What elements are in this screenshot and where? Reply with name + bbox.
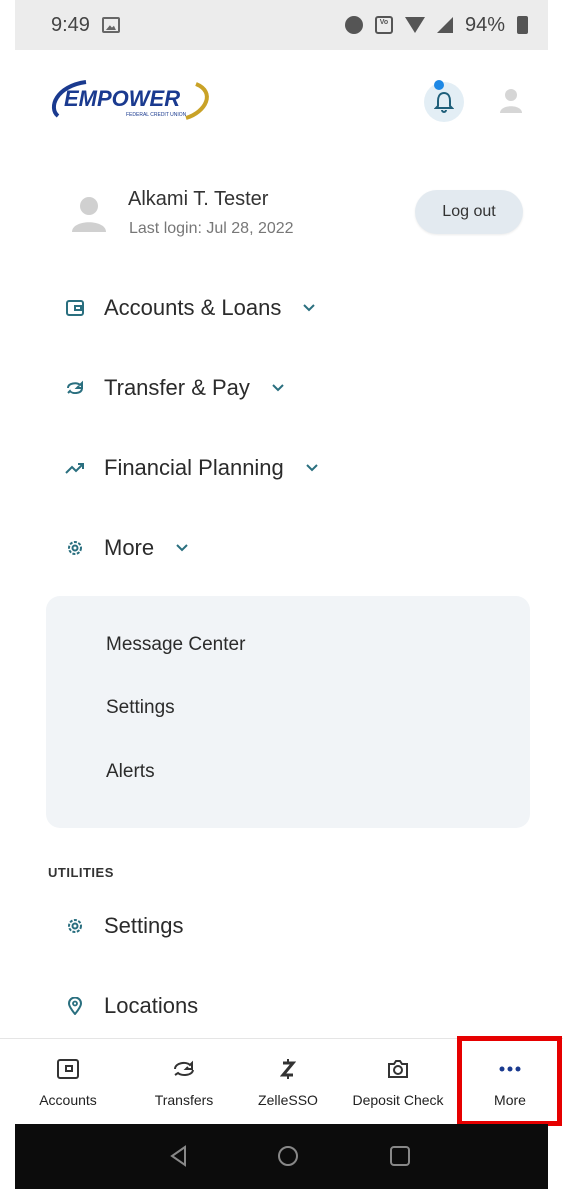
tab-label: Accounts [39, 1092, 97, 1108]
wallet-icon [64, 297, 86, 319]
chevron-down-icon [272, 381, 286, 395]
notification-badge [434, 80, 444, 90]
battery-icon [517, 16, 528, 34]
utilities-section-label: UTILITIES [48, 865, 114, 880]
zelle-icon [275, 1056, 301, 1082]
tab-label: Transfers [154, 1092, 214, 1108]
menu-label: More [104, 535, 155, 560]
logo-text: EMPOWER [64, 86, 180, 111]
menu-label: Settings [104, 913, 184, 938]
gear-icon [64, 915, 86, 937]
tab-label: ZelleSSO [258, 1092, 318, 1108]
profile-avatar-icon[interactable] [498, 87, 524, 113]
gear-icon [64, 537, 86, 559]
alarm-icon [344, 16, 363, 34]
wallet-icon [55, 1056, 81, 1082]
user-name: Alkami T. Tester [128, 188, 269, 210]
tab-transfers[interactable]: Transfers [146, 1039, 222, 1125]
location-pin-icon [64, 995, 86, 1017]
menu-transfer-pay[interactable]: Transfer & Pay [64, 368, 286, 408]
chevron-down-icon [306, 461, 320, 475]
tab-label: Deposit Check [352, 1092, 444, 1108]
signal-icon [436, 17, 453, 33]
empower-logo[interactable]: EMPOWER FEDERAL CREDIT UNION [46, 78, 216, 122]
last-login: Last login: Jul 28, 2022 [129, 220, 294, 237]
tab-accounts[interactable]: Accounts [30, 1039, 106, 1125]
menu-financial-planning[interactable]: Financial Planning [64, 448, 320, 488]
chevron-down-icon [176, 541, 190, 555]
volte-icon: Vo [374, 16, 393, 34]
user-card: Alkami T. Tester Last login: Jul 28, 202… [68, 182, 528, 252]
android-nav-bar [15, 1124, 548, 1189]
more-tab-highlight-box [457, 1036, 562, 1126]
submenu-alerts[interactable]: Alerts [106, 761, 155, 783]
recents-icon[interactable] [388, 1144, 412, 1168]
submenu-settings[interactable]: Settings [106, 697, 175, 719]
utility-settings[interactable]: Settings [64, 906, 184, 946]
menu-more[interactable]: More [64, 528, 190, 568]
status-bar: 9:49 Vo 94% [15, 0, 548, 50]
user-avatar-icon [72, 197, 106, 232]
tab-zellesso[interactable]: ZelleSSO [250, 1039, 326, 1125]
status-time: 9:49 [51, 13, 90, 36]
bell-icon [434, 91, 454, 113]
utility-locations[interactable]: Locations [64, 986, 198, 1026]
app-header: EMPOWER FEDERAL CREDIT UNION [0, 50, 563, 160]
transfer-icon [171, 1056, 197, 1082]
back-icon[interactable] [167, 1144, 191, 1168]
battery-percent: 94% [464, 13, 505, 36]
mobile-screen: 9:49 Vo 94% EMPOWER FEDERAL CREDIT UNION [0, 0, 563, 1189]
menu-label: Accounts & Loans [104, 295, 282, 320]
wifi-icon [404, 17, 425, 33]
home-icon[interactable] [276, 1144, 300, 1168]
transfer-icon [64, 377, 86, 399]
gallery-notification-icon [101, 17, 120, 33]
submenu-message-center[interactable]: Message Center [106, 634, 245, 656]
trend-icon [64, 457, 86, 479]
tab-deposit-check[interactable]: Deposit Check [344, 1039, 452, 1125]
menu-label: Transfer & Pay [104, 375, 250, 400]
notifications-button[interactable] [424, 82, 464, 122]
logout-button[interactable]: Log out [415, 190, 523, 234]
menu-label: Financial Planning [104, 455, 284, 480]
menu-accounts-loans[interactable]: Accounts & Loans [64, 288, 317, 328]
menu-label: Locations [104, 993, 199, 1018]
chevron-down-icon [303, 301, 317, 315]
more-submenu: Message Center Settings Alerts [46, 596, 530, 828]
camera-icon [385, 1056, 411, 1082]
logo-subtext: FEDERAL CREDIT UNION [126, 112, 187, 118]
